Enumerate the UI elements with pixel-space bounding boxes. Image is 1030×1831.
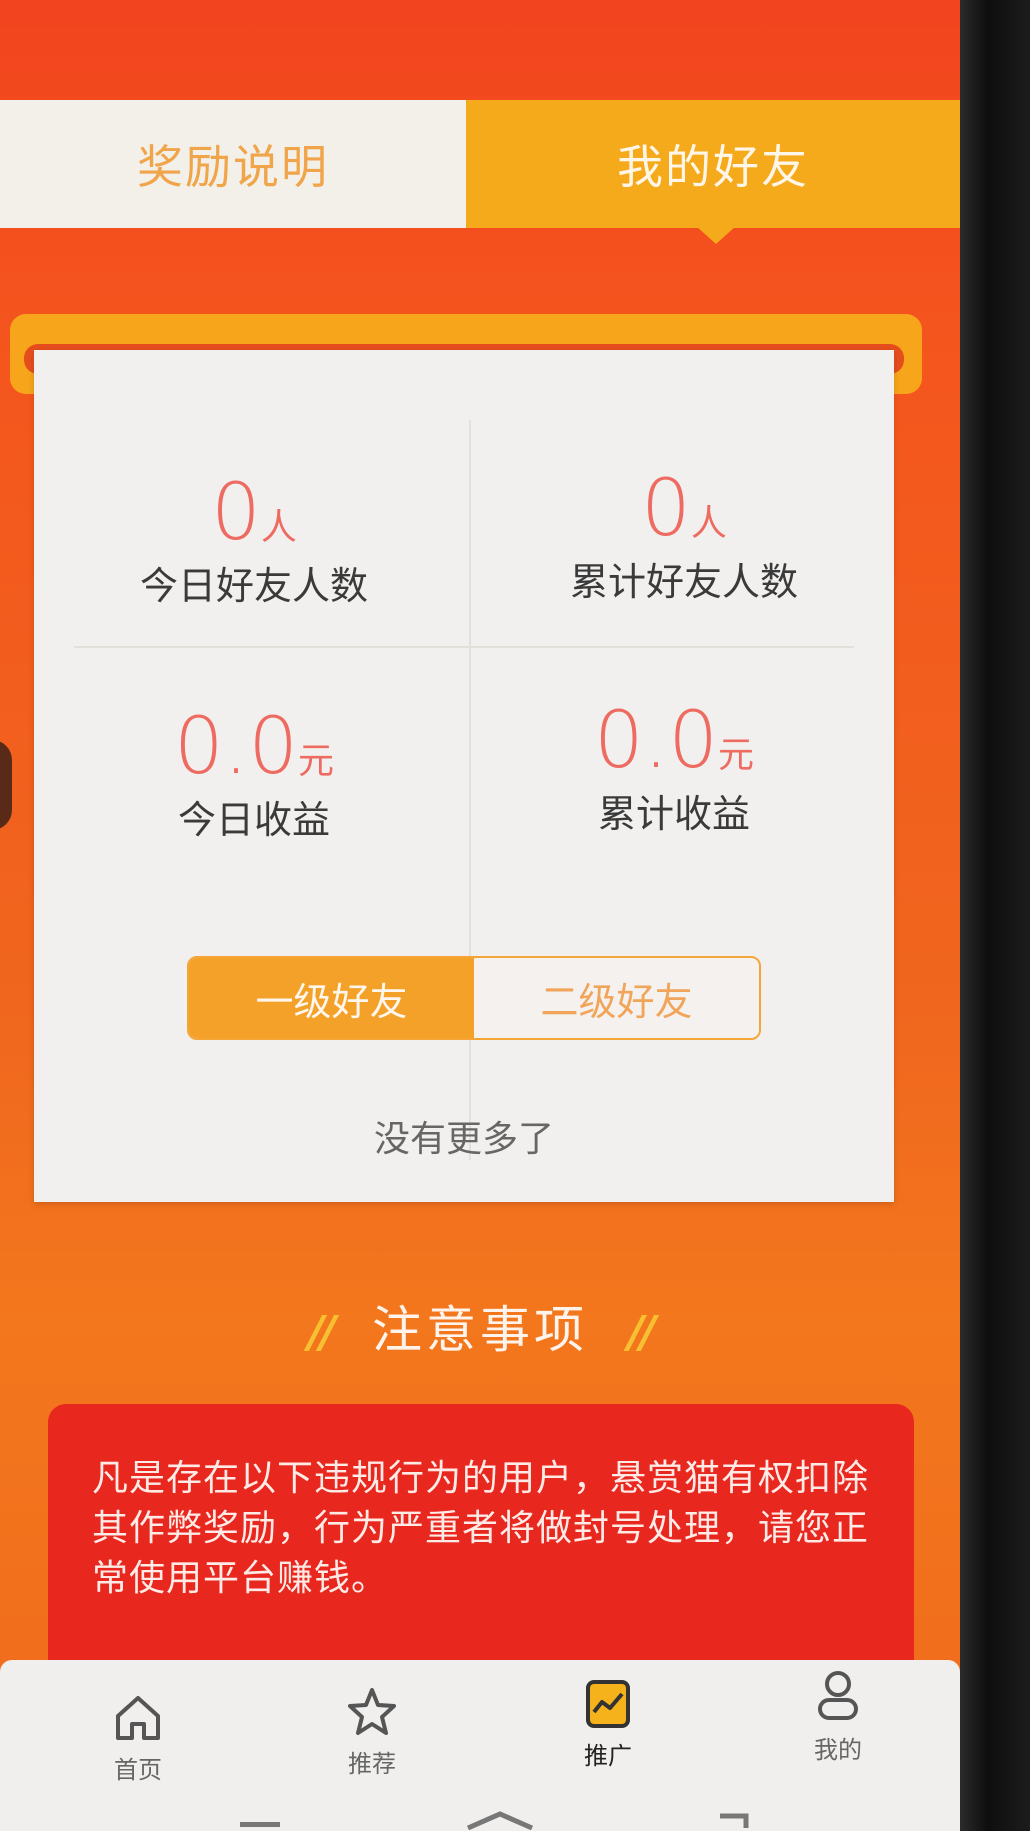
system-nav-bar <box>0 1808 960 1831</box>
stat-value: 0.0 <box>593 696 719 786</box>
device-bezel <box>960 0 1030 1831</box>
stat-label: 累计收益 <box>597 792 750 836</box>
tab-my-friends[interactable]: 我的好友 <box>466 100 960 228</box>
stat-value: 0 <box>641 464 691 554</box>
bottom-nav: 首页 推荐 推广 我的 <box>0 1660 960 1831</box>
user-icon <box>818 1671 858 1720</box>
notice-box: 凡是存在以下违规行为的用户，悬赏猫有权扣除其作弊奖励，行为严重者将做封号处理，请… <box>48 1404 914 1704</box>
nav-label: 我的 <box>814 1736 862 1764</box>
notice-body: 凡是存在以下违规行为的用户，悬赏猫有权扣除其作弊奖励，行为严重者将做封号处理，请… <box>92 1458 870 1599</box>
nav-recommend[interactable]: 推荐 <box>302 1686 442 1779</box>
stat-total-income: 0.0元 累计收益 <box>474 696 874 840</box>
device-edge <box>0 740 12 830</box>
tab-bar: 奖励说明 我的好友 <box>0 100 960 228</box>
stat-today-friends: 0人 今日好友人数 <box>54 468 454 612</box>
divider <box>469 420 471 1160</box>
home-icon <box>116 1696 160 1740</box>
stat-label: 累计好友人数 <box>569 560 798 604</box>
nav-label: 推广 <box>584 1742 632 1770</box>
nav-label: 推荐 <box>348 1750 396 1778</box>
app-screen: 奖励说明 我的好友 0人 今日好友人数 0人 累计好友人数 0.0元 今日收益 … <box>0 0 960 1831</box>
level2-friends-button[interactable]: 二级好友 <box>474 958 759 1038</box>
chart-card-icon <box>586 1680 630 1728</box>
level1-friends-button[interactable]: 一级好友 <box>189 958 474 1038</box>
stat-unit: 人 <box>690 503 727 544</box>
friends-stats-card: 0人 今日好友人数 0人 累计好友人数 0.0元 今日收益 0.0元 累计收益 … <box>34 350 894 1202</box>
star-icon <box>348 1688 396 1735</box>
stat-unit: 元 <box>718 735 755 776</box>
stat-unit: 人 <box>260 507 297 548</box>
no-more-text: 没有更多了 <box>373 1119 554 1160</box>
nav-home[interactable]: 首页 <box>68 1692 208 1785</box>
divider <box>74 646 854 648</box>
nav-mine[interactable]: 我的 <box>768 1668 908 1765</box>
active-tab-indicator <box>696 226 736 244</box>
decor-slashes-right: // <box>627 1307 656 1358</box>
stat-today-income: 0.0元 今日收益 <box>54 702 454 846</box>
stat-total-friends: 0人 累计好友人数 <box>484 464 884 608</box>
stat-unit: 元 <box>298 741 335 782</box>
tab-reward-info[interactable]: 奖励说明 <box>0 100 466 228</box>
nav-promote[interactable]: 推广 <box>538 1678 678 1771</box>
decor-slashes-left: // <box>307 1307 336 1358</box>
system-nav-icons <box>240 1811 749 1831</box>
nav-label: 首页 <box>114 1756 162 1784</box>
notice-title: 注意事项 <box>372 1301 588 1359</box>
friend-level-switch: 一级好友 二级好友 <box>187 956 761 1040</box>
stat-label: 今日好友人数 <box>139 564 368 608</box>
notice-heading: // 注意事项 // <box>0 1290 960 1362</box>
stat-value: 0 <box>211 468 261 558</box>
stat-label: 今日收益 <box>177 798 330 842</box>
stat-value: 0.0 <box>173 702 299 792</box>
